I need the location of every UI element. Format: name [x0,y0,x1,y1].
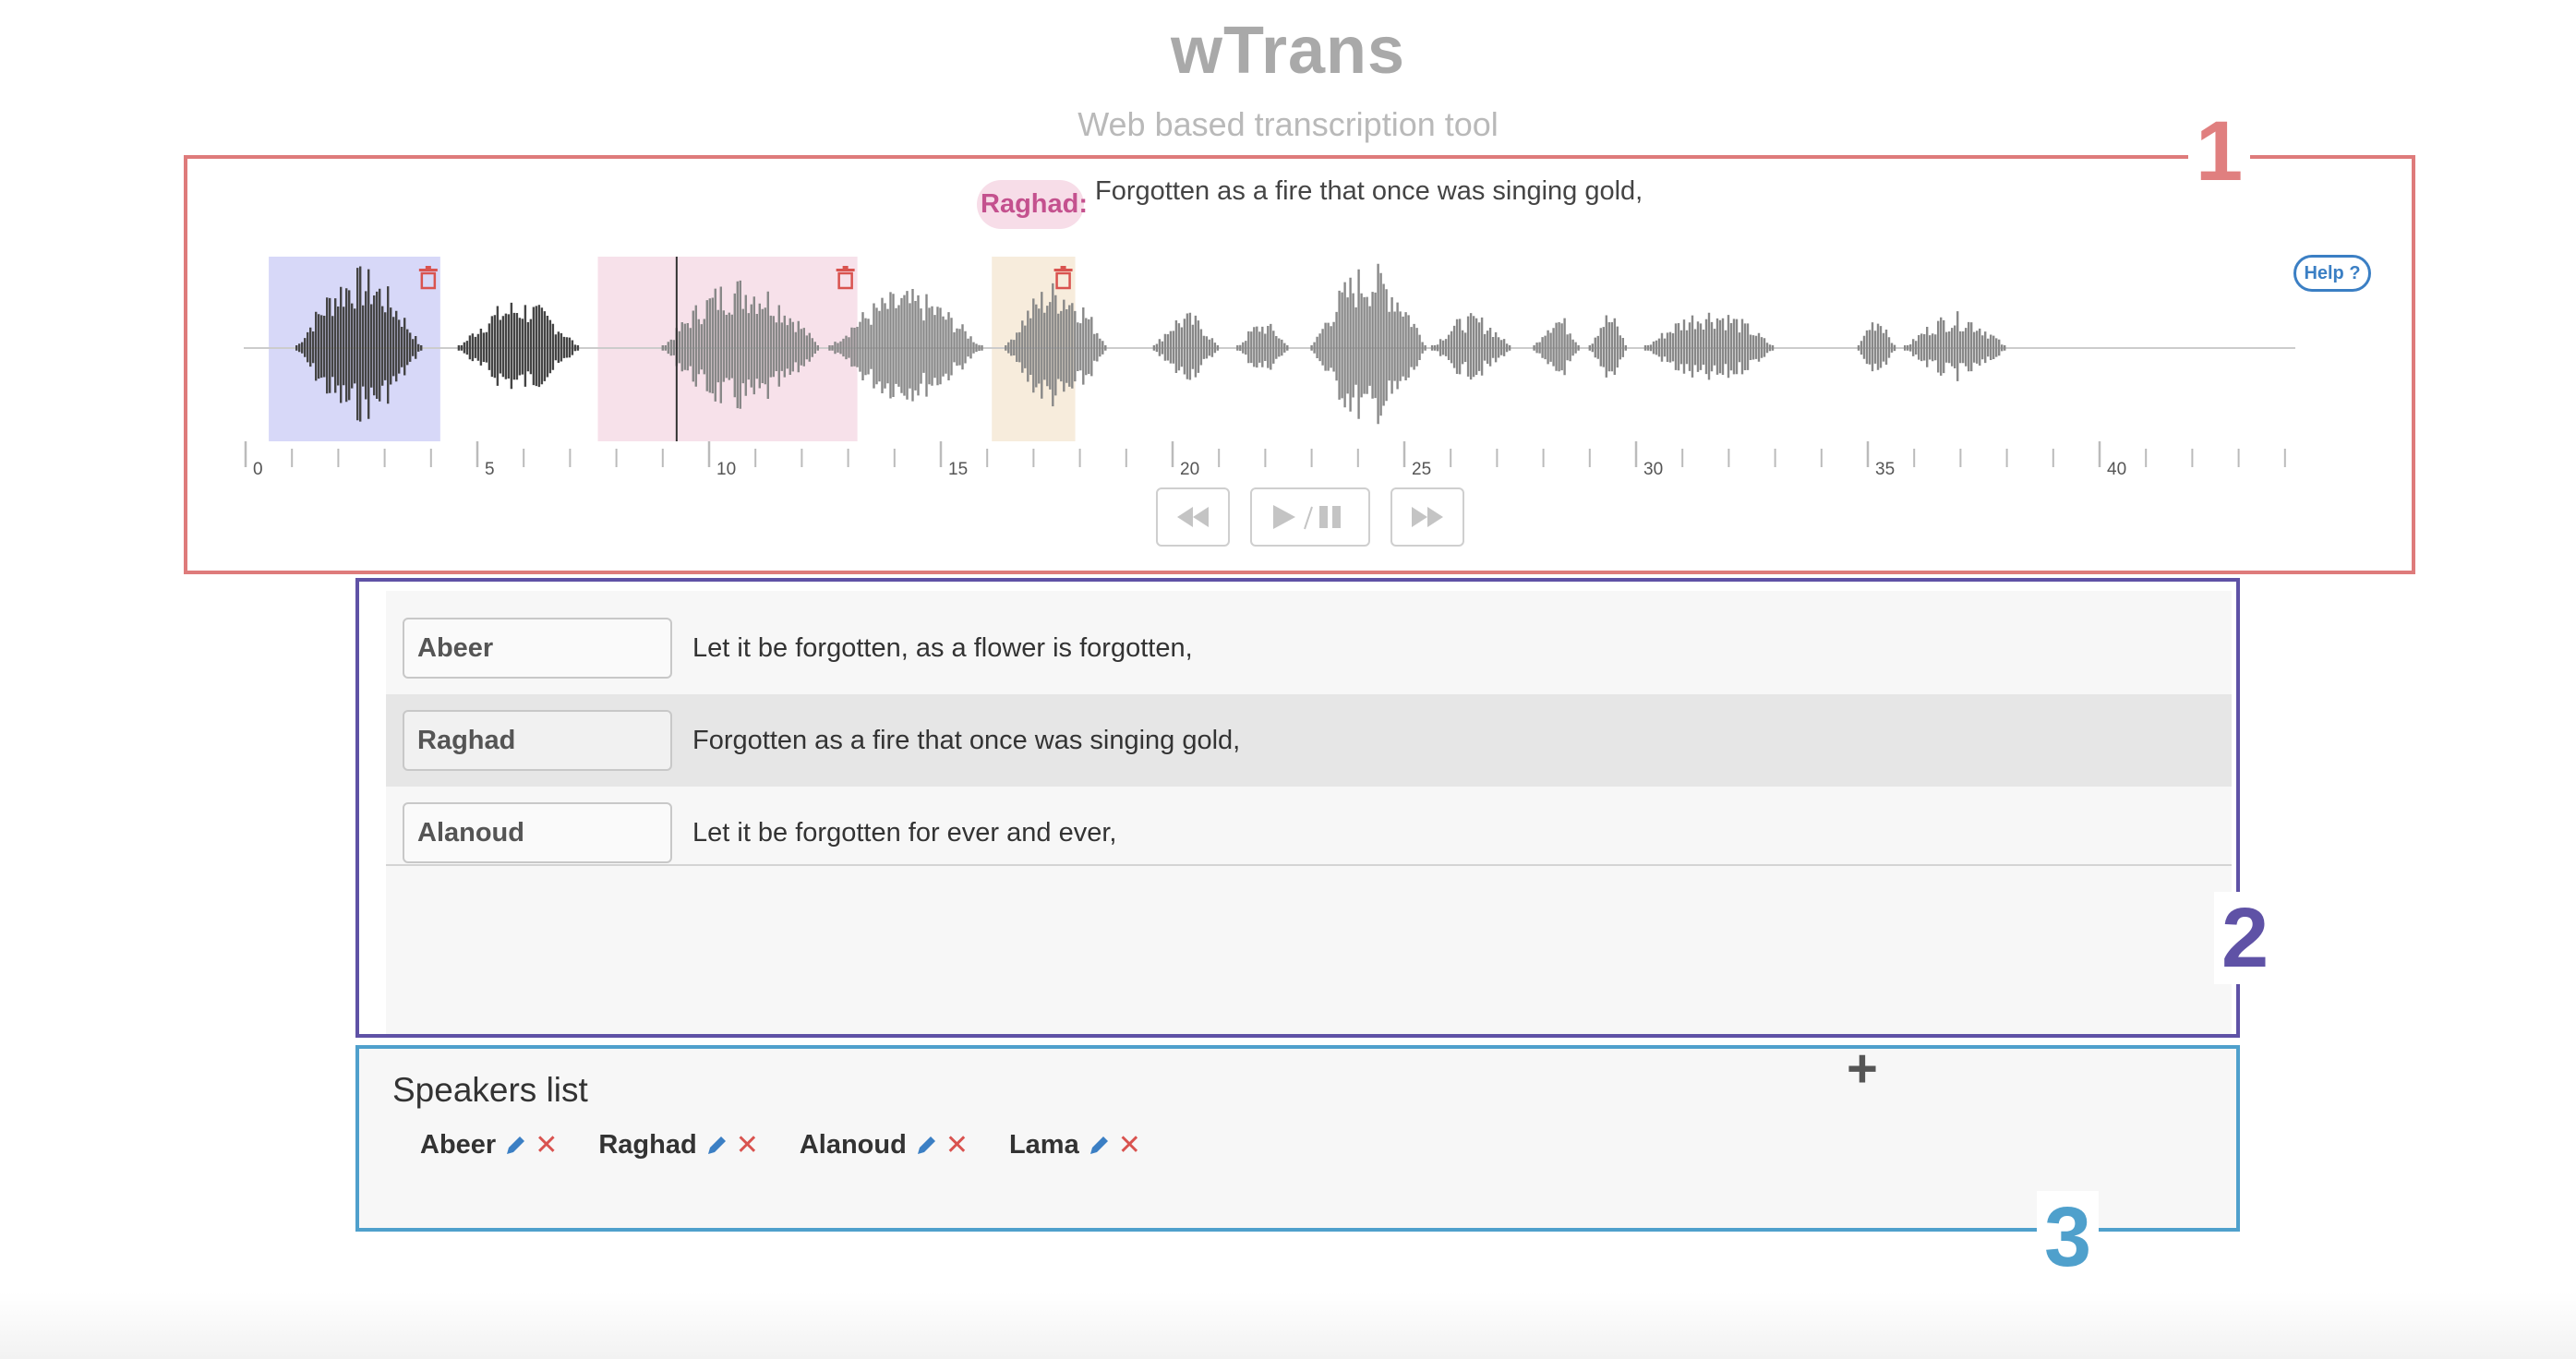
fast-forward-icon [1412,507,1443,527]
waveform-burst [1310,263,1426,425]
current-caption: Raghad: Forgotten as a fire that once wa… [977,172,1643,236]
waveform-burst [1533,318,1580,376]
play-pause-button[interactable] [1250,487,1370,547]
timeline-label: 25 [1412,460,1431,479]
timeline-label: 15 [948,460,968,479]
timeline-label: 10 [716,460,736,479]
timeline-label: 30 [1643,460,1663,479]
current-caption-text: Forgotten as a fire that once was singin… [1095,175,1643,206]
waveform-burst [1152,312,1220,380]
timeline-label: 0 [253,460,263,479]
waveform-burst [1904,311,2006,381]
timeline-label: 35 [1875,460,1895,479]
fast-forward-button[interactable] [1390,487,1464,547]
waveform-burst [1236,323,1289,370]
play-pause-icon [1273,505,1341,530]
page-bottom-shade [0,1293,2576,1359]
region-number-3: 3 [2037,1191,2100,1283]
waveform-burst [1643,312,1775,380]
waveform-burst [1857,322,1896,372]
waveform-burst [1588,315,1627,378]
timeline-label: 20 [1180,460,1199,479]
waveform-burst [457,302,580,390]
speakers-region-outline [355,1045,2240,1232]
playback-controls [1156,487,1464,547]
timeline-label: 5 [485,460,495,479]
rewind-icon [1177,507,1209,527]
app-title: wTrans [1170,14,1406,88]
region-number-1: 1 [2188,105,2251,198]
rewind-button[interactable] [1156,487,1230,547]
help-button[interactable]: Help ? [2293,255,2371,292]
waveform[interactable]: 0 5 10 15 20 25 30 35 40 [231,249,2299,480]
transcript-region-outline [355,578,2240,1038]
timeline-label: 40 [2107,460,2126,479]
current-speaker-badge: Raghad: [977,179,1088,229]
waveform-burst [1430,313,1511,380]
region-number-2: 2 [2214,892,2277,984]
